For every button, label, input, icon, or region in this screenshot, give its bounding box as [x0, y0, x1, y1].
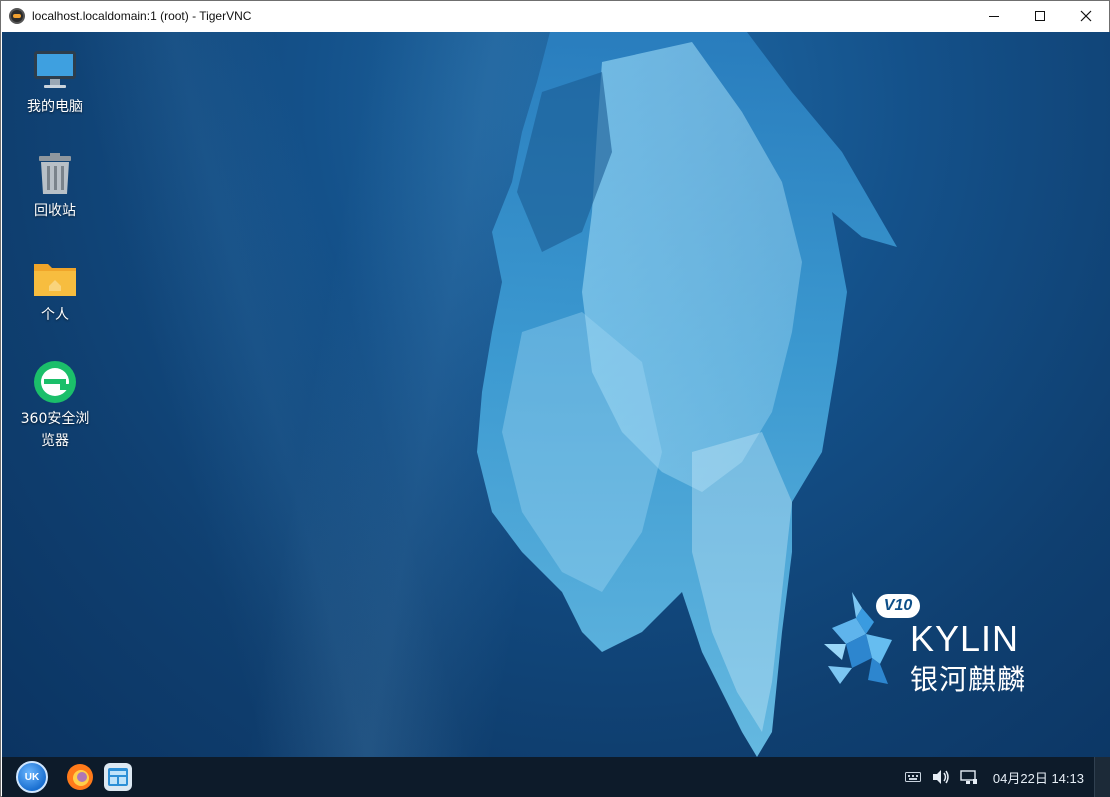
desktop-icon-my-computer[interactable]: 我的电脑 — [10, 46, 100, 118]
keyboard-icon — [904, 772, 921, 782]
close-icon — [1080, 10, 1092, 22]
desktop-icon-label: 我的电脑 — [27, 99, 83, 115]
volume-icon — [932, 770, 949, 784]
window-title: localhost.localdomain:1 (root) - TigerVN… — [32, 9, 252, 23]
desktop-icon-label: 回收站 — [34, 203, 76, 219]
tigervnc-icon — [9, 8, 25, 24]
desktop-icon-label: 个人 — [41, 307, 69, 323]
title-bar[interactable]: localhost.localdomain:1 (root) - TigerVN… — [1, 1, 1109, 31]
taskbar-app-file-manager[interactable] — [104, 763, 132, 791]
show-desktop-button[interactable] — [1094, 757, 1110, 797]
computer-icon — [31, 46, 79, 94]
logo-name: KYLIN — [910, 618, 1020, 659]
start-menu-label: UK — [24, 771, 40, 783]
close-button[interactable] — [1063, 1, 1109, 31]
maximize-button[interactable] — [1017, 1, 1063, 31]
taskbar: UK 04月22日 14:13 — [2, 757, 1110, 797]
file-manager-icon — [108, 768, 128, 786]
minimize-button[interactable] — [971, 1, 1017, 31]
network-tray-button[interactable] — [959, 767, 979, 787]
network-icon — [960, 770, 977, 784]
desktop-icon-trash[interactable]: 回收站 — [10, 150, 100, 222]
vnc-window: localhost.localdomain:1 (root) - TigerVN… — [0, 0, 1110, 797]
trash-icon — [31, 150, 79, 198]
home-folder-icon — [31, 254, 79, 302]
keyboard-tray-button[interactable] — [903, 767, 923, 787]
clock[interactable]: 04月22日 14:13 — [993, 768, 1084, 787]
desktop-icon-label: 360安全浏 览器 — [20, 411, 90, 449]
taskbar-app-firefox[interactable] — [66, 763, 94, 791]
browser-icon — [31, 358, 79, 406]
firefox-icon — [67, 764, 93, 790]
system-tray: 04月22日 14:13 — [903, 757, 1110, 797]
start-menu-button[interactable]: UK — [16, 761, 48, 793]
minimize-icon — [989, 15, 999, 17]
volume-tray-button[interactable] — [931, 767, 951, 787]
logo-name-cn: 银河麒麟 — [910, 663, 1027, 696]
desktop[interactable]: 我的电脑 回收站 个人 360安全浏 览器 V10 KYLIN 银河麒麟 — [2, 32, 1110, 757]
desktop-icon-360-browser[interactable]: 360安全浏 览器 — [10, 358, 100, 452]
version-badge: V10 — [876, 594, 920, 618]
maximize-icon — [1035, 11, 1045, 21]
kylin-logo: V10 KYLIN 银河麒麟 — [822, 588, 1032, 698]
desktop-icon-home[interactable]: 个人 — [10, 254, 100, 326]
window-controls — [971, 1, 1109, 31]
